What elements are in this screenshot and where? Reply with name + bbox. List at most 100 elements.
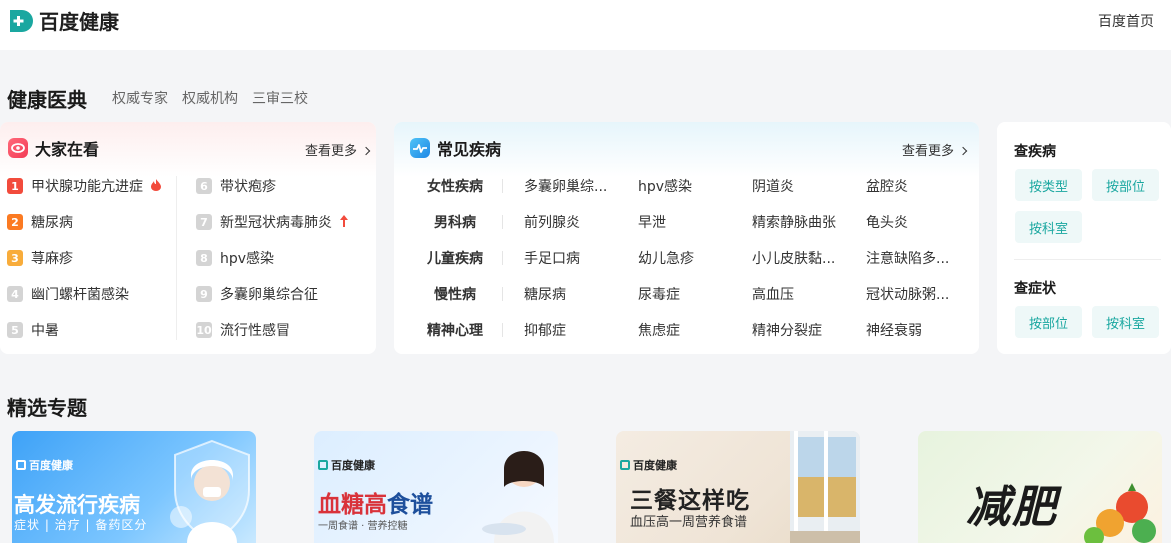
disease-link[interactable]: 糖尿病 (524, 284, 616, 304)
popular-item[interactable]: 6 带状疱疹 (196, 176, 276, 196)
popular-item-label: 幽门螺杆菌感染 (31, 287, 129, 303)
lookup-disease-title: 查疾病 (1014, 144, 1056, 160)
disease-link[interactable]: 精神分裂症 (752, 320, 844, 340)
popular-item[interactable]: 3 荨麻疹 (7, 248, 73, 268)
disease-link[interactable]: 龟头炎 (866, 212, 958, 232)
disease-category[interactable]: 女性疾病 (416, 176, 494, 196)
popular-item-label: 流行性感冒 (220, 323, 290, 339)
disease-category[interactable]: 慢性病 (416, 284, 494, 304)
chevron-right-icon (958, 146, 968, 156)
popular-item-label: 甲状腺功能亢进症 (31, 179, 143, 195)
lookup-divider (1014, 259, 1161, 260)
popular-item-label: 糖尿病 (31, 215, 73, 231)
banner-subtitle: 症状 | 治疗 | 备药区分 (14, 518, 148, 532)
banner-headline: 高发流行疾病 (14, 493, 140, 517)
banner-headline: 三餐这样吃 (630, 488, 750, 514)
category-separator (502, 179, 503, 193)
virus-icon (170, 506, 192, 528)
disease-link[interactable]: 幼儿急疹 (638, 248, 730, 268)
vegetables-illustration-icon (1084, 483, 1156, 543)
category-separator (502, 251, 503, 265)
eye-icon (8, 138, 28, 158)
disease-link[interactable]: 小儿皮肤黏... (752, 248, 844, 268)
rank-badge: 5 (7, 322, 23, 338)
disease-category[interactable]: 精神心理 (416, 320, 494, 340)
popular-item[interactable]: 9 多囊卵巢综合征 (196, 284, 318, 304)
category-separator (502, 323, 503, 337)
banner-headline: 减肥 (966, 482, 1058, 533)
disease-by-type-button[interactable]: 按类型 (1015, 169, 1082, 201)
arrow-up-icon (340, 214, 348, 230)
disease-link[interactable]: 高血压 (752, 284, 844, 304)
common-more-link[interactable]: 查看更多 (902, 140, 968, 159)
top-bar: 百度健康 百度首页 (0, 0, 1171, 50)
popular-item-label: 新型冠状病毒肺炎 (220, 215, 332, 231)
flame-icon (151, 178, 161, 194)
popular-item[interactable]: 4 幽门螺杆菌感染 (7, 284, 129, 304)
disease-by-body-part-button[interactable]: 按部位 (1092, 169, 1159, 201)
rank-badge: 1 (7, 178, 23, 194)
disease-link[interactable]: 阴道炎 (752, 176, 844, 196)
popular-item[interactable]: 8 hpv感染 (196, 248, 274, 268)
tag-authoritative-institutions[interactable]: 权威机构 (182, 88, 238, 108)
disease-by-department-button[interactable]: 按科室 (1015, 211, 1082, 243)
banner-subtitle: 一周食谱 · 营养控糖 (318, 521, 408, 532)
popular-divider (176, 176, 177, 340)
popular-item[interactable]: 1 甲状腺功能亢进症 (7, 176, 161, 196)
popular-item-label: 多囊卵巢综合征 (220, 287, 318, 303)
heartbeat-icon (410, 138, 430, 158)
woman-eating-illustration-icon (482, 451, 554, 543)
symptom-by-body-part-button[interactable]: 按部位 (1015, 306, 1082, 338)
popular-item[interactable]: 2 糖尿病 (7, 212, 73, 232)
rank-badge: 6 (196, 178, 212, 194)
rank-badge: 9 (196, 286, 212, 302)
disease-link[interactable]: 冠状动脉粥... (866, 284, 958, 304)
chevron-right-icon (361, 146, 371, 156)
section-title-featured: 精选专题 (7, 396, 87, 420)
rank-badge: 8 (196, 250, 212, 266)
section-title-dictionary: 健康医典 (7, 88, 87, 112)
disease-link[interactable]: 尿毒症 (638, 284, 730, 304)
category-separator (502, 215, 503, 229)
symptom-by-department-button[interactable]: 按科室 (1092, 306, 1159, 338)
featured-banner-three-meals[interactable]: 百度健康 三餐这样吃 血压高一周营养食谱 (616, 431, 860, 543)
disease-link[interactable]: 早泄 (638, 212, 730, 232)
disease-link[interactable]: 手足口病 (524, 248, 616, 268)
health-logo-icon (16, 460, 26, 470)
disease-link[interactable]: 注意缺陷多... (866, 248, 958, 268)
category-separator (502, 287, 503, 301)
baidu-home-link[interactable]: 百度首页 (1098, 11, 1154, 31)
lookup-symptom-title: 查症状 (1014, 281, 1056, 297)
logo-text: 百度健康 (39, 10, 119, 34)
rank-badge: 4 (7, 286, 23, 302)
featured-banner-epidemic[interactable]: 百度健康 高发流行疾病 症状 | 治疗 | 备药区分 (12, 431, 256, 543)
disease-category[interactable]: 儿童疾病 (416, 248, 494, 268)
disease-link[interactable]: hpv感染 (638, 176, 730, 196)
tag-authoritative-experts[interactable]: 权威专家 (112, 88, 168, 108)
disease-link[interactable]: 精索静脉曲张 (752, 212, 844, 232)
disease-category[interactable]: 男科病 (416, 212, 494, 232)
baidu-health-logo[interactable]: 百度健康 (7, 6, 119, 35)
rank-badge: 7 (196, 214, 212, 230)
popular-item-label: 中暑 (31, 323, 59, 339)
popular-item[interactable]: 5 中暑 (7, 320, 59, 340)
disease-link[interactable]: 神经衰弱 (866, 320, 958, 340)
disease-link[interactable]: 多囊卵巢综... (524, 176, 616, 196)
popular-item[interactable]: 10 流行性感冒 (196, 320, 290, 340)
disease-link[interactable]: 抑郁症 (524, 320, 616, 340)
disease-link[interactable]: 盆腔炎 (866, 176, 958, 196)
tag-triple-review[interactable]: 三审三校 (252, 88, 308, 108)
window-illustration-icon (790, 431, 860, 543)
popular-more-link[interactable]: 查看更多 (305, 140, 371, 159)
popular-item[interactable]: 7 新型冠状病毒肺炎 (196, 212, 348, 232)
featured-banner-weight-loss[interactable]: 减肥 (918, 431, 1162, 543)
rank-badge: 10 (196, 322, 212, 338)
disease-link[interactable]: 前列腺炎 (524, 212, 616, 232)
banner-headline: 血糖高食谱 (318, 491, 433, 518)
rank-badge: 2 (7, 214, 23, 230)
health-logo-icon (318, 460, 328, 470)
featured-banner-blood-sugar[interactable]: 百度健康 血糖高食谱 一周食谱 · 营养控糖 (314, 431, 558, 543)
common-title: 常见疾病 (437, 140, 502, 159)
disease-link[interactable]: 焦虑症 (638, 320, 730, 340)
banner-subtitle: 血压高一周营养食谱 (630, 515, 748, 530)
